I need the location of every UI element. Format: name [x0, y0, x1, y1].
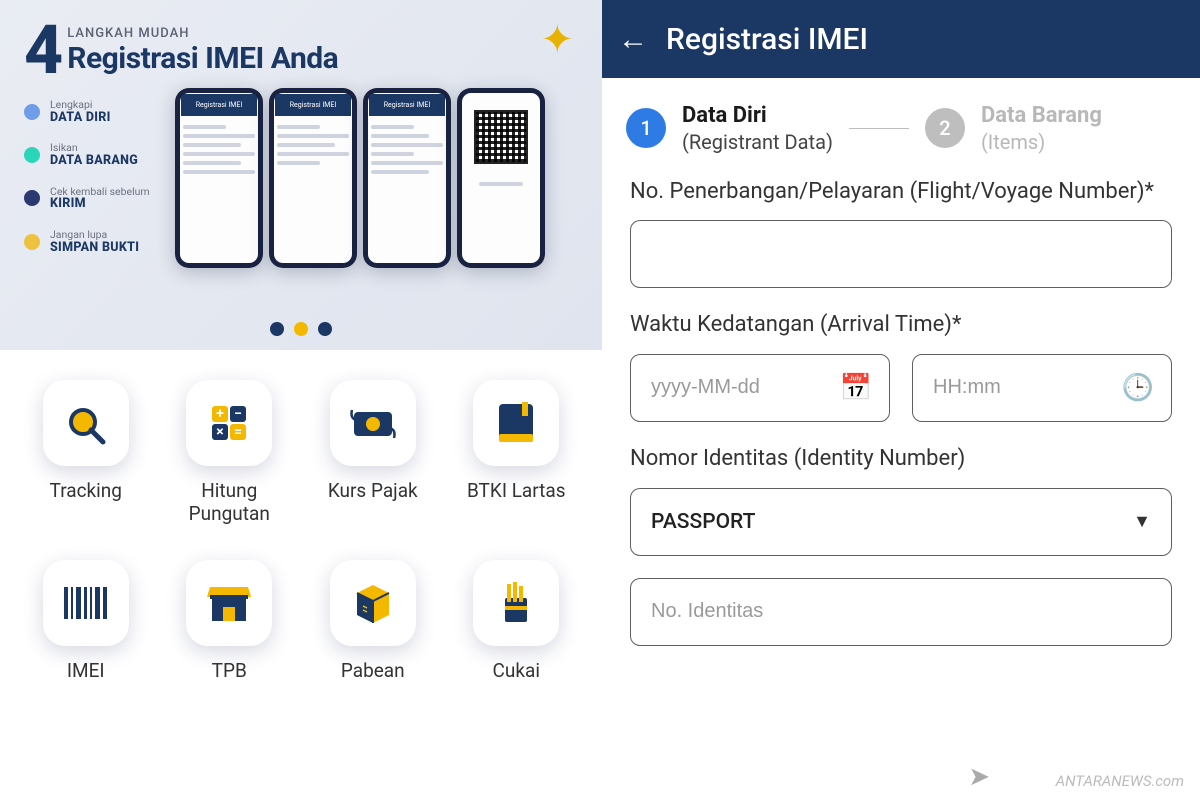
chevron-down-icon: ▼: [1133, 511, 1151, 532]
carousel-dot-active[interactable]: [294, 322, 308, 336]
step-indicator-2[interactable]: 2: [925, 108, 965, 148]
tile-imei[interactable]: IMEI: [14, 560, 158, 683]
back-arrow-icon[interactable]: ←: [618, 22, 648, 57]
watermark: ANTARANEWS.com: [1056, 772, 1184, 790]
carousel-dot[interactable]: [270, 322, 284, 336]
phone-mockups: Registrasi IMEI Registrasi IMEI Registra…: [175, 88, 545, 268]
tile-label: TPB: [212, 660, 247, 683]
calendar-icon[interactable]: 📅: [840, 373, 872, 403]
tile-label: Cukai: [493, 660, 540, 683]
search-box-icon: [43, 380, 129, 466]
menu-grid: Tracking +−× = Hitung Pungutan Kurs Pajak…: [0, 350, 602, 682]
clock-icon[interactable]: 🕒: [1122, 373, 1154, 403]
carousel-dots[interactable]: [270, 322, 332, 336]
identity-number-input[interactable]: [630, 578, 1172, 646]
big-number: 4: [24, 20, 61, 81]
arrival-label: Waktu Kedatangan (Arrival Time)*: [630, 310, 1172, 340]
tile-kurs[interactable]: Kurs Pajak: [301, 380, 445, 526]
identity-type-value: PASSPORT: [651, 510, 755, 534]
book-icon: [473, 380, 559, 466]
calculator-icon: +−× =: [186, 380, 272, 466]
share-icon[interactable]: ➤: [968, 762, 990, 792]
carousel-dot[interactable]: [318, 322, 332, 336]
tile-label: Pabean: [341, 660, 405, 683]
banner-subtitle: LANGKAH MUDAH: [67, 26, 338, 41]
step-1-labels: Data Diri (Registrant Data): [682, 102, 833, 155]
tile-cukai[interactable]: Cukai: [445, 560, 589, 683]
tile-label: IMEI: [67, 660, 105, 683]
app-title: Registrasi IMEI: [666, 22, 868, 57]
tile-tpb[interactable]: TPB: [158, 560, 302, 683]
app-bar: ← Registrasi IMEI: [602, 0, 1200, 78]
package-icon: [330, 560, 416, 646]
tile-label: BTKI Lartas: [467, 480, 566, 503]
form-screen: ← Registrasi IMEI 1 Data Diri (Registran…: [602, 0, 1200, 800]
money-refresh-icon: [330, 380, 416, 466]
step-indicator-1[interactable]: 1: [626, 108, 666, 148]
stepper-connector: [849, 128, 909, 130]
tile-hitung[interactable]: +−× = Hitung Pungutan: [158, 380, 302, 526]
identity-type-select[interactable]: PASSPORT ▼: [630, 488, 1172, 556]
svg-text:×: ×: [217, 424, 224, 440]
tile-label: Kurs Pajak: [328, 480, 418, 503]
tile-pabean[interactable]: Pabean: [301, 560, 445, 683]
barcode-icon: [43, 560, 129, 646]
tile-label: Hitung Pungutan: [189, 480, 270, 526]
svg-text:−: −: [234, 406, 242, 422]
banner-title: Registrasi IMEI Anda: [67, 41, 338, 76]
flight-label: No. Penerbangan/Pelayaran (Flight/Voyage…: [630, 177, 1172, 207]
tile-btki[interactable]: BTKI Lartas: [445, 380, 589, 526]
stepper: 1 Data Diri (Registrant Data) 2 Data Bar…: [602, 78, 1200, 167]
svg-text:=: =: [234, 424, 242, 440]
tile-label: Tracking: [50, 480, 122, 503]
promo-banner: 4 LANGKAH MUDAH Registrasi IMEI Anda ✦ L…: [0, 0, 602, 350]
identity-label: Nomor Identitas (Identity Number): [630, 444, 1172, 474]
store-icon: [186, 560, 272, 646]
tile-tracking[interactable]: Tracking: [14, 380, 158, 526]
svg-text:+: +: [216, 406, 224, 422]
step-2-labels: Data Barang (Items): [981, 102, 1102, 155]
flight-input[interactable]: [630, 220, 1172, 288]
app-home-screen: 4 LANGKAH MUDAH Registrasi IMEI Anda ✦ L…: [0, 0, 602, 800]
crest-icon: ✦: [540, 16, 574, 63]
cigarette-fries-icon: [473, 560, 559, 646]
